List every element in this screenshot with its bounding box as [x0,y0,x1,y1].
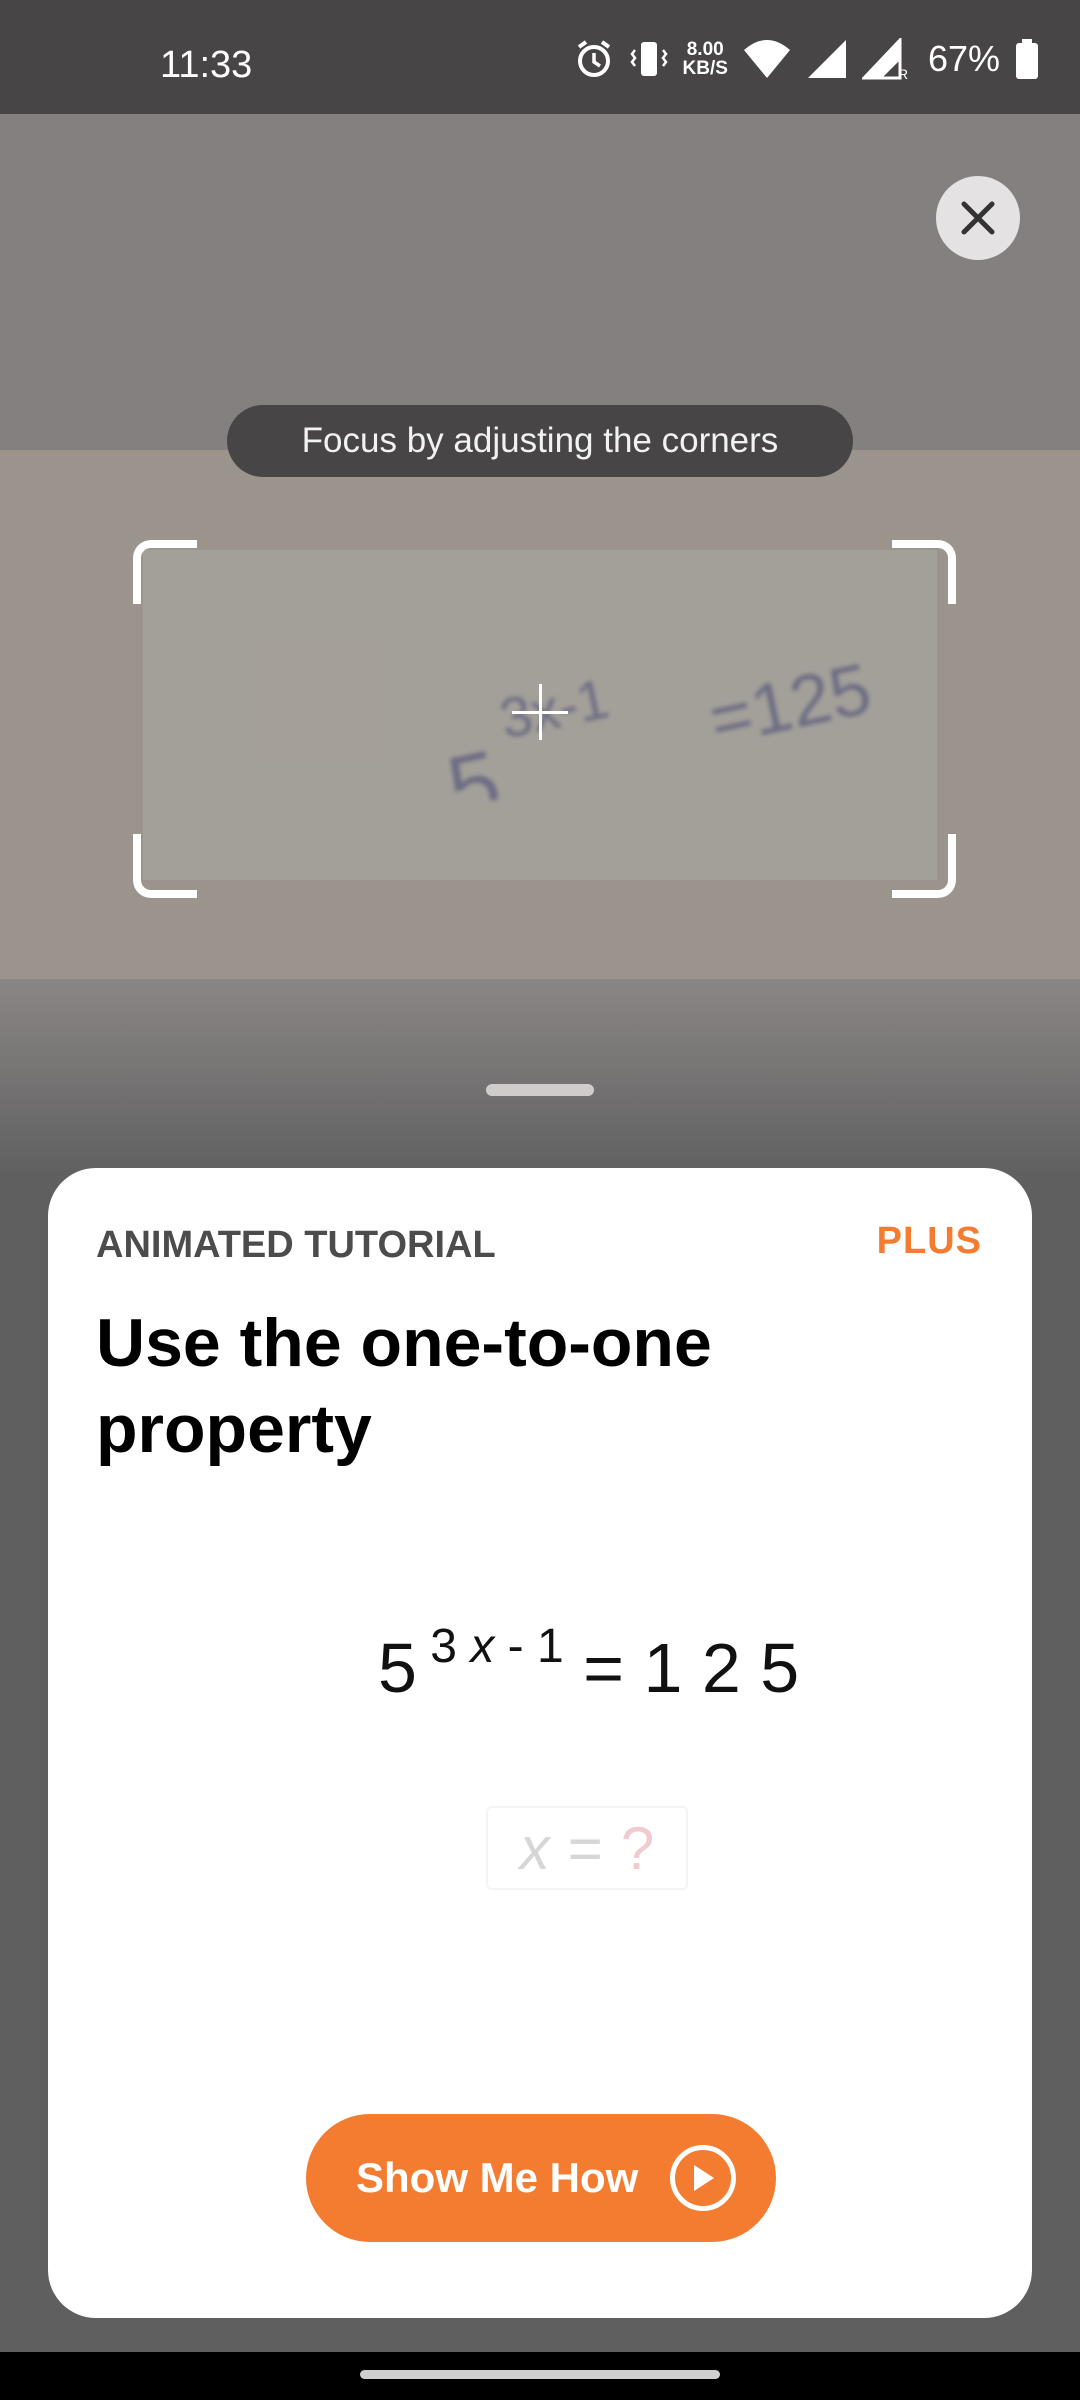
card-title: Use the one-to-one property [96,1305,712,1467]
net-speed-unit: KB/S [682,58,728,79]
net-speed-value: 8.00 [686,39,724,60]
wifi-icon [743,40,790,78]
equation-rhs: 1 2 5 [643,1629,800,1707]
home-indicator[interactable] [360,2370,720,2379]
navigation-bar [0,2352,1080,2400]
focus-hint: Focus by adjusting the corners [227,405,853,477]
close-button[interactable] [936,176,1020,260]
play-icon [670,2145,737,2211]
exponent-coef: 3 [430,1620,457,1673]
crop-corner-bottom-left[interactable] [133,834,197,898]
svg-text:5: 5 [439,732,509,800]
equation-exponent: 3 x - 1 [417,1620,564,1673]
signal-roaming-icon: R [861,38,908,80]
status-time: 11:33 [160,44,253,86]
status-icons: 8.00 KB/S R 67% [573,36,1040,82]
answer-variable: x [519,1814,550,1882]
crosshair-icon [512,684,568,740]
equation-equals: = [583,1629,625,1707]
answer-placeholder: x = ? [486,1806,688,1890]
sheet-backdrop [0,979,1080,1179]
show-me-how-label: Show Me How [356,2154,639,2201]
exponent-var: x [470,1620,495,1673]
crop-corner-bottom-right[interactable] [892,834,956,898]
net-speed: 8.00 KB/S [683,40,728,78]
exponent-rest: - 1 [507,1620,564,1673]
battery-icon [1016,39,1038,79]
vibrate-icon [629,42,668,76]
status-bar: 11:33 8.00 KB/S R 67% [0,0,1080,114]
crop-corner-top-right[interactable] [892,540,956,604]
captured-equation-image: 5 3x-1 =125 [439,649,878,800]
tutorial-card: ANIMATED TUTORIAL PLUS Use the one-to-on… [48,1168,1032,2318]
svg-text:R: R [898,66,908,80]
equation: 5 3 x - 1 = 1 2 5 [378,1620,800,1708]
alarm-icon [577,40,610,77]
close-icon [961,201,995,235]
plus-badge: PLUS [876,1220,982,1262]
answer-unknown: ? [620,1814,655,1882]
signal-icon [807,40,846,78]
equation-base: 5 [378,1629,417,1707]
card-eyebrow: ANIMATED TUTORIAL [96,1224,496,1266]
answer-equals: = [567,1814,603,1882]
show-me-how-button[interactable]: Show Me How [306,2114,776,2242]
svg-text:=125: =125 [703,649,878,761]
battery-percent: 67% [927,38,1000,79]
crop-corner-top-left[interactable] [133,540,197,604]
sheet-drag-handle[interactable] [486,1084,594,1096]
